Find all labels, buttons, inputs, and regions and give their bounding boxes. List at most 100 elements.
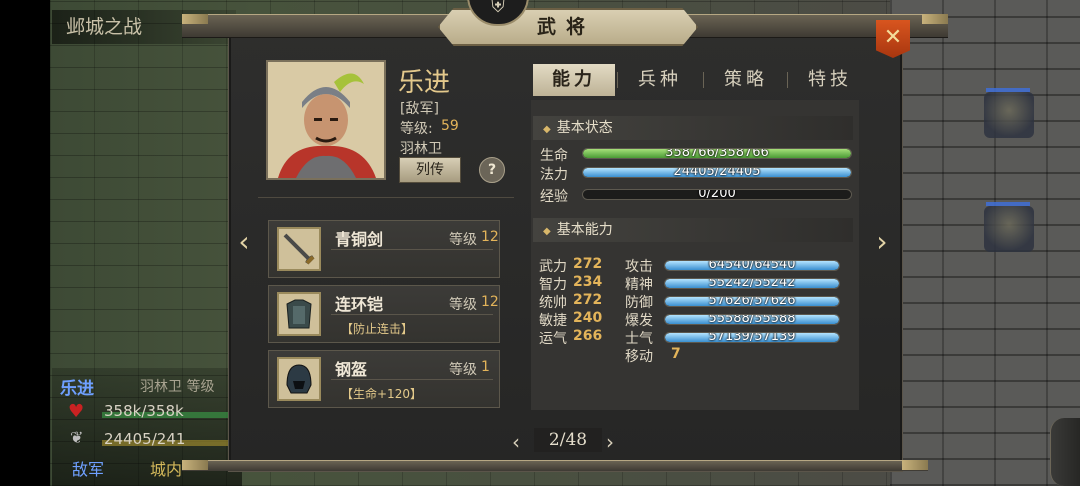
combat-bar: 55242/55242 bbox=[664, 278, 840, 289]
combat-label: 精神 bbox=[625, 277, 653, 293]
attr-label: 敏捷 bbox=[539, 313, 567, 329]
hp-value: 358766/358766 bbox=[665, 148, 769, 159]
prev-general-arrow-icon[interactable]: ‹ bbox=[232, 228, 256, 256]
combat-bar: 57139/57139 bbox=[664, 332, 840, 343]
tab-separator bbox=[703, 72, 704, 88]
next-general-arrow-icon[interactable]: › bbox=[870, 228, 894, 256]
general-troop: 羽林卫 bbox=[400, 141, 442, 157]
move-label: 移动 bbox=[625, 349, 653, 365]
divider bbox=[331, 314, 493, 315]
hp-label: 生命 bbox=[540, 148, 568, 164]
side-drawer-handle[interactable] bbox=[1050, 418, 1080, 486]
equipment-level: 12 bbox=[481, 294, 499, 310]
equipment-name: 钢盔 bbox=[335, 360, 368, 379]
unit-mp: 24405/241 bbox=[104, 430, 186, 448]
diamond-icon: ◆ bbox=[543, 226, 551, 237]
equipment-effect: 【防止连击】 bbox=[341, 322, 414, 336]
equipment-name: 青铜剑 bbox=[335, 230, 384, 249]
tab-separator bbox=[617, 72, 618, 88]
equipment-slot-weapon[interactable]: 青铜剑 等级 12 bbox=[268, 220, 500, 278]
unit-faction: 敌军 bbox=[72, 460, 105, 479]
combat-bar: 64540/64540 bbox=[664, 260, 840, 271]
attr-label: 统帅 bbox=[539, 295, 567, 311]
equipment-slot-helmet[interactable]: 钢盔 等级 1 【生命+120】 bbox=[268, 350, 500, 408]
attr-value: 240 bbox=[573, 310, 603, 326]
mp-label: 法力 bbox=[540, 167, 568, 183]
general-faction: [敌军] bbox=[400, 101, 439, 117]
chain-armor-icon bbox=[277, 292, 321, 336]
corner-ornament bbox=[182, 14, 208, 24]
unit-name: 乐进 bbox=[60, 379, 94, 399]
combat-label: 攻击 bbox=[625, 259, 653, 275]
equipment-level-label: 等级 bbox=[449, 362, 477, 378]
mp-bar: 24405/24405 bbox=[582, 167, 852, 178]
equipment-level: 1 bbox=[481, 359, 490, 375]
basic-status-header: ◆ 基本状态 bbox=[533, 116, 853, 140]
portrait-image bbox=[268, 62, 384, 178]
feather-icon: ❦ bbox=[70, 428, 84, 447]
equipment-level: 12 bbox=[481, 229, 499, 245]
stats-panel bbox=[531, 100, 859, 410]
map-unit-cavalry[interactable] bbox=[984, 88, 1034, 138]
divider bbox=[258, 197, 514, 198]
combat-value: 55242/55242 bbox=[708, 278, 796, 289]
corner-ornament bbox=[902, 460, 928, 470]
left-black-border bbox=[0, 0, 50, 486]
section-title: 基本状态 bbox=[556, 120, 613, 136]
exp-value: 0/200 bbox=[698, 189, 736, 200]
equipment-slot-armor[interactable]: 连环铠 等级 12 【防止连击】 bbox=[268, 285, 500, 343]
page-indicator: 2/48 bbox=[534, 428, 602, 452]
page-prev-icon[interactable]: ‹ bbox=[512, 430, 520, 454]
heart-icon: ♥ bbox=[68, 401, 85, 422]
general-level-label: 等级: bbox=[400, 121, 433, 137]
attr-value: 272 bbox=[573, 256, 603, 272]
section-title: 基本能力 bbox=[556, 222, 613, 238]
combat-bar: 57626/57626 bbox=[664, 296, 840, 307]
move-value: 7 bbox=[671, 346, 681, 362]
exp-bar: 0/200 bbox=[582, 189, 852, 200]
page-next-icon[interactable]: › bbox=[606, 430, 614, 454]
combat-label: 防御 bbox=[625, 295, 653, 311]
equipment-level-label: 等级 bbox=[449, 297, 477, 313]
diamond-icon: ◆ bbox=[543, 124, 551, 135]
attr-value: 234 bbox=[573, 274, 603, 290]
panel-bottom-bar bbox=[182, 460, 928, 471]
help-button[interactable]: ? bbox=[479, 157, 505, 183]
attr-label: 智力 bbox=[539, 277, 567, 293]
mp-value: 24405/24405 bbox=[673, 167, 761, 178]
exp-label: 经验 bbox=[540, 189, 568, 205]
tab-bar: 能力 兵种 策略 特技 bbox=[533, 64, 859, 96]
combat-value: 57626/57626 bbox=[708, 296, 796, 307]
tab-separator bbox=[787, 72, 788, 88]
hp-bar: 358766/358766 bbox=[582, 148, 852, 159]
general-name: 乐进 bbox=[398, 68, 451, 98]
combat-label: 士气 bbox=[625, 331, 653, 347]
combat-value: 55588/55588 bbox=[708, 314, 796, 325]
attr-value: 266 bbox=[573, 328, 603, 344]
equipment-effect: 【生命+120】 bbox=[341, 387, 422, 401]
steel-helmet-icon bbox=[277, 357, 321, 401]
unit-type: 羽林卫 等级 bbox=[140, 379, 215, 395]
attr-label: 运气 bbox=[539, 331, 567, 347]
combat-label: 爆发 bbox=[625, 313, 653, 329]
tab-skills[interactable]: 特技 bbox=[789, 64, 871, 96]
attr-value: 272 bbox=[573, 292, 603, 308]
close-button[interactable]: ✕ bbox=[876, 20, 910, 58]
unit-location: 城内 bbox=[150, 460, 183, 479]
basic-ability-header: ◆ 基本能力 bbox=[533, 218, 853, 242]
combat-bar: 55588/55588 bbox=[664, 314, 840, 325]
divider bbox=[331, 249, 493, 250]
tab-strategy[interactable]: 策略 bbox=[705, 64, 787, 96]
close-x-icon: ✕ bbox=[883, 25, 903, 50]
corner-ornament bbox=[922, 14, 948, 24]
equipment-level-label: 等级 bbox=[449, 232, 477, 248]
tab-ability[interactable]: 能力 bbox=[533, 64, 615, 96]
general-level: 59 bbox=[441, 118, 459, 134]
unit-hp: 358k/358k bbox=[104, 402, 184, 420]
tab-troops[interactable]: 兵种 bbox=[619, 64, 701, 96]
divider bbox=[331, 379, 493, 380]
biography-button[interactable]: 列传 bbox=[399, 157, 461, 183]
combat-value: 57139/57139 bbox=[708, 332, 796, 343]
attr-label: 武力 bbox=[539, 259, 567, 275]
map-unit-cavalry[interactable] bbox=[984, 202, 1034, 252]
